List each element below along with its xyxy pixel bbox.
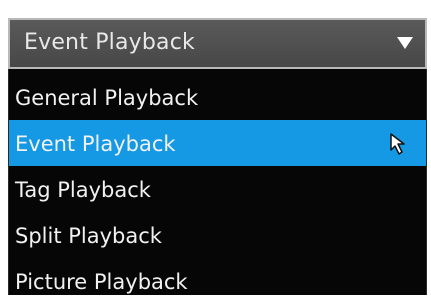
- option-general-playback[interactable]: General Playback: [9, 74, 426, 120]
- option-picture-playback[interactable]: Picture Playback: [9, 258, 426, 304]
- playback-options-list: General Playback Event Playback Tag Play…: [8, 69, 427, 295]
- select-current-value: Event Playback: [24, 30, 195, 55]
- option-tag-playback[interactable]: Tag Playback: [9, 166, 426, 212]
- option-label: Event Playback: [15, 132, 176, 156]
- option-label: Tag Playback: [15, 178, 151, 202]
- mouse-pointer-icon: [390, 133, 405, 155]
- playback-type-select[interactable]: Event Playback: [8, 18, 427, 69]
- playback-type-dropdown: Event Playback General Playback Event Pl…: [0, 0, 431, 295]
- caret-down-icon[interactable]: [397, 37, 413, 49]
- option-split-playback[interactable]: Split Playback: [9, 212, 426, 258]
- option-label: General Playback: [15, 86, 199, 110]
- option-event-playback[interactable]: Event Playback: [9, 120, 426, 166]
- option-label: Split Playback: [15, 224, 162, 248]
- option-label: Picture Playback: [15, 270, 188, 294]
